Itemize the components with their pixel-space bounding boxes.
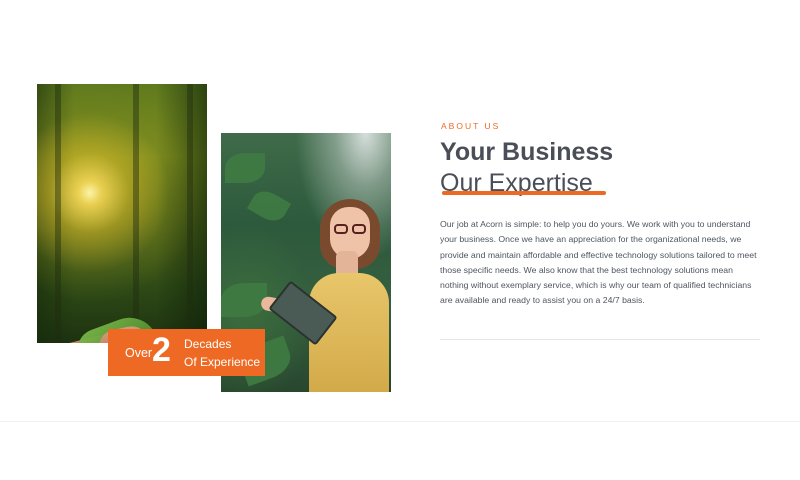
forest-hands-image bbox=[37, 84, 207, 343]
badge-number: 2 bbox=[152, 331, 171, 369]
section-eyebrow: ABOUT US bbox=[441, 121, 501, 131]
page-title: Your Business bbox=[440, 138, 614, 166]
content-divider bbox=[440, 339, 760, 340]
badge-prefix: Over bbox=[125, 346, 153, 360]
badge-line-2: Of Experience bbox=[184, 355, 261, 369]
experience-badge: Over 2 Decades Of Experience bbox=[108, 329, 265, 376]
title-underline bbox=[442, 191, 606, 195]
about-paragraph: Our job at Acorn is simple: to help you … bbox=[440, 219, 757, 306]
badge-line-1: Decades bbox=[184, 337, 232, 351]
section-divider bbox=[0, 421, 800, 422]
